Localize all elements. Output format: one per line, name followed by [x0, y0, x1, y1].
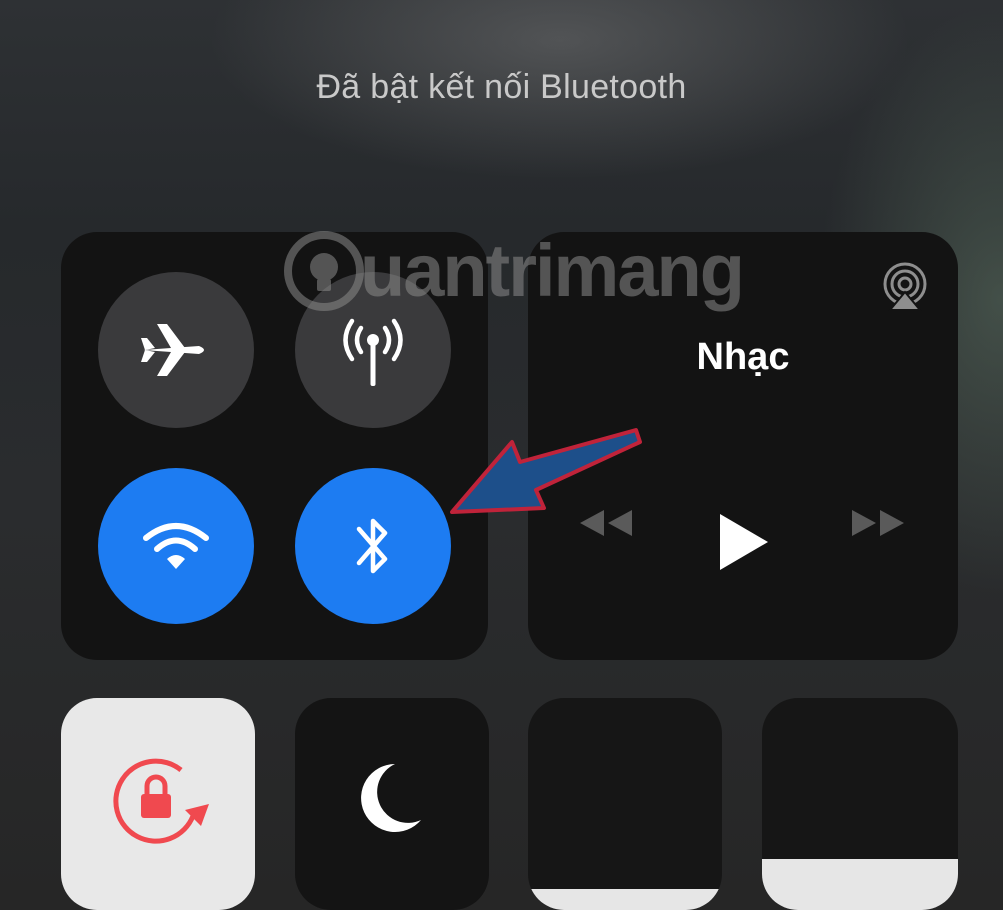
rotation-lock-icon: [113, 758, 209, 844]
airplane-icon: [141, 324, 204, 376]
wifi-button[interactable]: [98, 468, 254, 624]
airplane-mode-button[interactable]: [98, 272, 254, 428]
music-title: Nhạc: [696, 336, 790, 378]
play-button[interactable]: [716, 512, 772, 577]
rotation-lock-button[interactable]: [61, 698, 255, 910]
airplay-button[interactable]: [880, 262, 930, 317]
brightness-slider[interactable]: [528, 698, 722, 910]
annotation-arrow-icon: [450, 428, 642, 514]
brightness-slider-fill: [528, 888, 722, 910]
volume-slider-fill: [762, 859, 958, 910]
airplay-icon: [883, 262, 927, 311]
bluetooth-button[interactable]: [295, 468, 451, 624]
watermark-text: uantrimang: [360, 229, 745, 312]
bluetooth-status-message: Đã bật kết nối Bluetooth: [316, 68, 687, 106]
do-not-disturb-button[interactable]: [295, 698, 489, 910]
fast-forward-icon: [852, 510, 904, 536]
cellular-antenna-icon: [343, 318, 403, 386]
play-icon: [720, 514, 768, 570]
watermark: uantrimang: [282, 228, 745, 313]
moon-icon: [361, 764, 421, 832]
fast-forward-button[interactable]: [848, 508, 908, 543]
bluetooth-icon: [356, 518, 388, 574]
volume-slider[interactable]: [762, 698, 958, 910]
wifi-icon: [143, 523, 209, 569]
lightbulb-logo-icon: [284, 230, 364, 311]
control-center: Đã bật kết nối Bluetooth Nhạc uantrimang: [0, 0, 1003, 910]
